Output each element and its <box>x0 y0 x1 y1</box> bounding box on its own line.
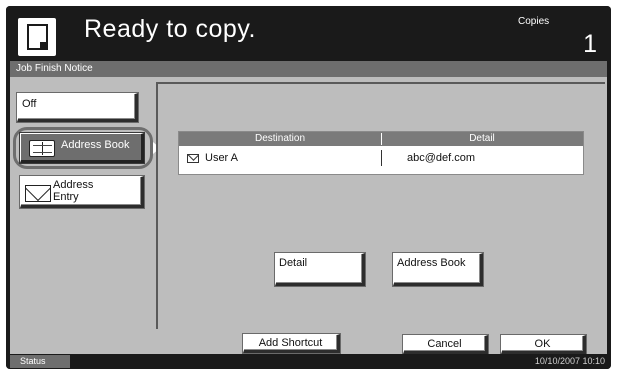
cancel-label: Cancel <box>427 338 462 350</box>
address-entry-label: Address Entry <box>53 179 94 203</box>
book-icon <box>29 140 55 157</box>
screen-title: Job Finish Notice <box>16 63 93 74</box>
column-detail: Detail <box>469 133 495 144</box>
destination-area: Destination Detail User A abc@def.com De… <box>156 82 605 329</box>
bottom-bar: Add Shortcut Cancel OK <box>10 330 607 354</box>
status-button[interactable]: Status <box>10 355 70 368</box>
envelope-icon <box>25 185 51 202</box>
mail-icon <box>187 154 199 163</box>
add-shortcut-label: Add Shortcut <box>258 337 323 349</box>
status-label: Status <box>20 356 46 366</box>
status-message: Ready to copy. <box>84 15 256 43</box>
header: Ready to copy. Copies 1 <box>6 6 611 60</box>
column-destination: Destination <box>254 133 306 144</box>
table-row[interactable]: User A abc@def.com <box>179 148 583 168</box>
row-detail: abc@def.com <box>407 152 476 164</box>
detail-button[interactable]: Detail <box>275 253 365 286</box>
copies-label: Copies <box>518 16 550 27</box>
address-book-option-button[interactable]: Address Book <box>20 133 144 163</box>
destination-table: Destination Detail User A abc@def.com <box>178 131 584 175</box>
address-entry-button[interactable]: Address Entry <box>20 176 144 208</box>
row-divider <box>381 150 382 166</box>
address-book-label: Address Book <box>61 139 130 151</box>
copier-screen: Ready to copy. Copies 1 Job Finish Notic… <box>6 6 611 369</box>
off-label: Off <box>22 98 37 110</box>
address-book-action-label: Address Book <box>397 257 466 269</box>
ok-button[interactable]: OK <box>501 335 586 354</box>
cancel-button[interactable]: Cancel <box>403 335 488 354</box>
ok-label: OK <box>534 338 551 350</box>
copies-count: 1 <box>583 30 597 58</box>
row-destination: User A <box>205 152 239 164</box>
off-button[interactable]: Off <box>17 93 138 122</box>
table-header: Destination Detail <box>179 132 583 146</box>
status-bar: Status 10/10/2007 10:10 <box>6 354 611 369</box>
copy-document-icon <box>18 18 56 56</box>
detail-label: Detail <box>279 257 308 269</box>
main-panel: Off Address Book Address Entry Destinati… <box>10 77 607 330</box>
address-book-button[interactable]: Address Book <box>393 253 483 286</box>
add-shortcut-button[interactable]: Add Shortcut <box>243 334 340 353</box>
screen-title-bar: Job Finish Notice <box>10 61 607 77</box>
date-time: 10/10/2007 10:10 <box>534 356 605 366</box>
